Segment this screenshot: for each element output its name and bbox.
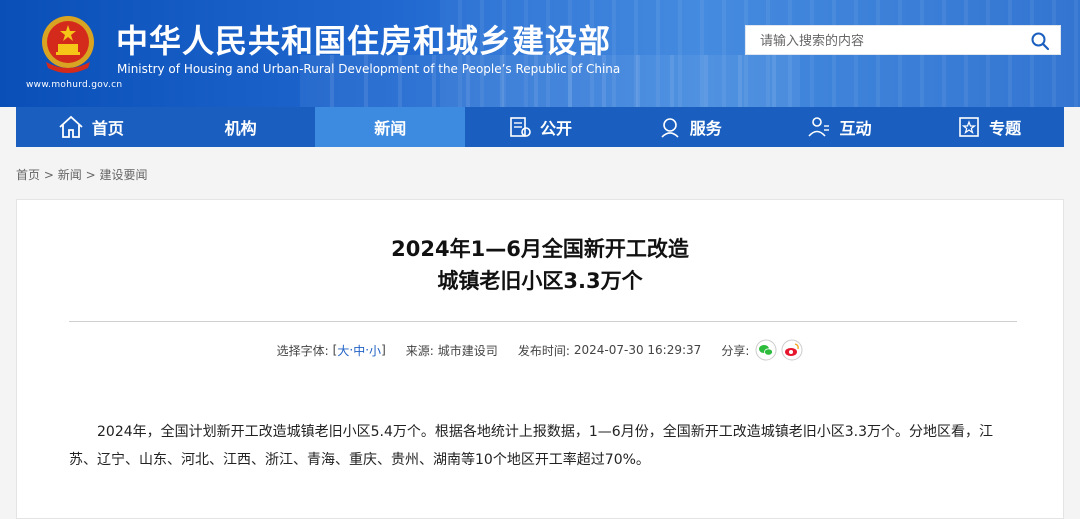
- breadcrumb-current[interactable]: 建设要闻: [99, 168, 147, 182]
- nav-item-public[interactable]: 公开: [465, 107, 615, 147]
- font-size-large[interactable]: 大: [337, 342, 349, 359]
- nav-label: 公开: [540, 119, 573, 138]
- wechat-share-icon[interactable]: [755, 339, 777, 361]
- search-icon[interactable]: [1030, 31, 1050, 51]
- publish-time-value: 2024-07-30 16:29:37: [573, 343, 702, 357]
- nav-item-home[interactable]: 首页: [16, 107, 166, 147]
- nav-label: 首页: [91, 119, 124, 138]
- article-title-line1: 2024年1—6月全国新开工改造: [391, 237, 689, 261]
- site-title-en: Ministry of Housing and Urban-Rural Deve…: [117, 62, 621, 76]
- nav-label: 机构: [224, 119, 257, 138]
- breadcrumb-separator: >: [85, 168, 100, 182]
- article-title: 2024年1—6月全国新开工改造 城镇老旧小区3.3万个: [0, 233, 1080, 297]
- bracket-close: ]: [381, 343, 386, 357]
- national-emblem-icon[interactable]: [36, 12, 100, 76]
- font-size-medium[interactable]: 中: [353, 342, 365, 359]
- nav-label: 服务: [689, 119, 722, 138]
- main-nav: 首页 机构 新闻 公开 服务 互动 专题: [16, 107, 1064, 147]
- article-title-line2: 城镇老旧小区3.3万个: [437, 269, 643, 293]
- nav-item-service[interactable]: 服务: [615, 107, 765, 147]
- site-header: www.mohurd.gov.cn 中华人民共和国住房和城乡建设部 Minist…: [0, 0, 1080, 107]
- document-icon: [510, 117, 531, 137]
- publish-time: 发布时间: 2024-07-30 16:29:37: [518, 342, 702, 359]
- breadcrumb-separator: >: [43, 168, 58, 182]
- service-icon: [661, 118, 679, 138]
- nav-label: 互动: [839, 119, 872, 138]
- publish-time-label: 发布时间:: [517, 343, 570, 358]
- weibo-share-icon[interactable]: [781, 339, 803, 361]
- breadcrumb-home[interactable]: 首页: [16, 168, 40, 182]
- nav-item-organization[interactable]: 机构: [166, 107, 316, 147]
- nav-item-topic[interactable]: 专题: [914, 107, 1064, 147]
- site-title-cn[interactable]: 中华人民共和国住房和城乡建设部: [116, 16, 611, 62]
- home-icon: [59, 115, 83, 138]
- topic-icon: [959, 117, 979, 137]
- font-size-selector: 选择字体: [ 大 · 中 · 小 ]: [277, 342, 386, 359]
- site-url: www.mohurd.gov.cn: [26, 80, 123, 90]
- share-group: 分享:: [721, 339, 803, 361]
- nav-label: 新闻: [374, 119, 407, 138]
- nav-label: 专题: [989, 119, 1022, 138]
- source-info: 来源: 城市建设司: [406, 342, 498, 359]
- article-body: 2024年，全国计划新开工改造城镇老旧小区5.4万个。根据各地统计上报数据，1—…: [69, 424, 993, 468]
- font-size-small[interactable]: 小: [369, 342, 381, 359]
- interaction-icon: [808, 117, 830, 137]
- nav-item-interaction[interactable]: 互动: [765, 107, 915, 147]
- search-box: [745, 25, 1061, 56]
- source-value: 城市建设司: [437, 343, 498, 358]
- article-meta: 选择字体: [ 大 · 中 · 小 ] 来源: 城市建设司 发布时间: 2024…: [0, 339, 1080, 361]
- source-label: 来源:: [405, 343, 434, 358]
- search-input[interactable]: [758, 26, 1022, 56]
- font-size-label: 选择字体:: [276, 343, 329, 358]
- share-label: 分享:: [721, 343, 750, 358]
- title-divider: [69, 321, 1017, 322]
- breadcrumb-news[interactable]: 新闻: [58, 168, 82, 182]
- breadcrumb: 首页 > 新闻 > 建设要闻: [16, 166, 147, 183]
- nav-item-news[interactable]: 新闻: [315, 107, 466, 147]
